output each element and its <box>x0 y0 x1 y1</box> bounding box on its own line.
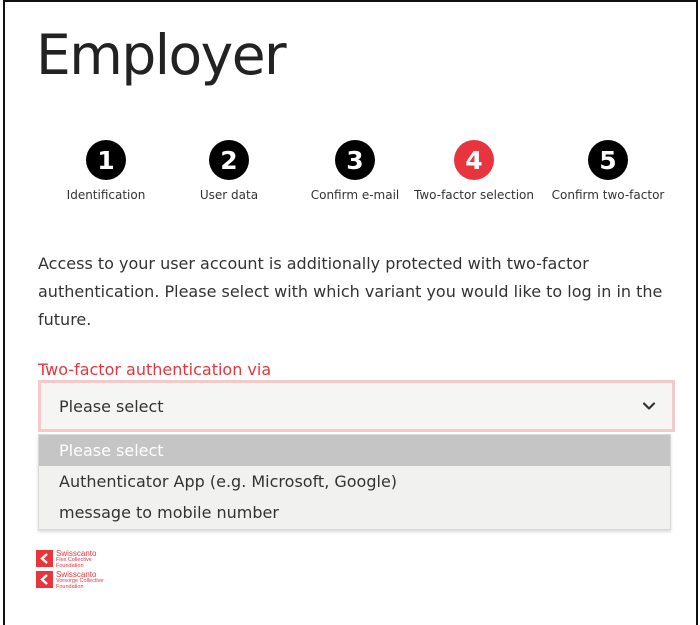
page-title: Employer <box>36 23 287 87</box>
step-label: Two-factor selection <box>414 188 534 202</box>
two-factor-field-label: Two-factor authentication via <box>38 360 272 379</box>
step-number-badge: 1 <box>86 140 126 180</box>
swisscanto-logo: Swisscanto Flex Collective Foundation Sw… <box>36 550 126 592</box>
swisscanto-logo-icon <box>36 571 53 588</box>
logo-subline: Foundation <box>56 562 84 569</box>
option-please-select[interactable]: Please select <box>39 435 670 466</box>
step-confirm-two-factor: 5 Confirm two-factor <box>538 140 678 205</box>
logo-text: Swisscanto Flex Collective Foundation <box>56 550 96 569</box>
logo-subline: Foundation <box>56 583 84 590</box>
step-number-badge: 4 <box>454 140 494 180</box>
step-two-factor-selection: 4 Two-factor selection <box>412 140 536 205</box>
logo-text: Swisscanto Vorsorge Collective Foundatio… <box>56 571 103 590</box>
step-number-badge: 3 <box>335 140 375 180</box>
step-number-badge: 2 <box>209 140 249 180</box>
step-label: User data <box>199 188 259 202</box>
step-confirm-email: 3 Confirm e-mail <box>285 140 425 205</box>
step-label: Confirm e-mail <box>310 188 400 202</box>
option-authenticator-app[interactable]: Authenticator App (e.g. Microsoft, Googl… <box>39 466 670 497</box>
logo-row: Swisscanto Flex Collective Foundation <box>36 550 126 569</box>
intro-text: Access to your user account is additiona… <box>38 254 663 329</box>
step-label: Identification <box>66 188 146 202</box>
step-number-badge: 5 <box>588 140 628 180</box>
step-identification: 1 Identification <box>36 140 176 205</box>
chevron-down-icon <box>642 402 656 410</box>
swisscanto-logo-icon <box>36 550 53 567</box>
two-factor-options-list: Please select Authenticator App (e.g. Mi… <box>38 434 671 530</box>
step-label: Confirm two-factor <box>551 188 665 202</box>
option-mobile-message[interactable]: message to mobile number <box>39 497 670 528</box>
logo-row: Swisscanto Vorsorge Collective Foundatio… <box>36 571 126 590</box>
step-user-data: 2 User data <box>159 140 299 205</box>
two-factor-select[interactable]: Please select <box>38 380 675 432</box>
select-current-value: Please select <box>59 396 164 416</box>
